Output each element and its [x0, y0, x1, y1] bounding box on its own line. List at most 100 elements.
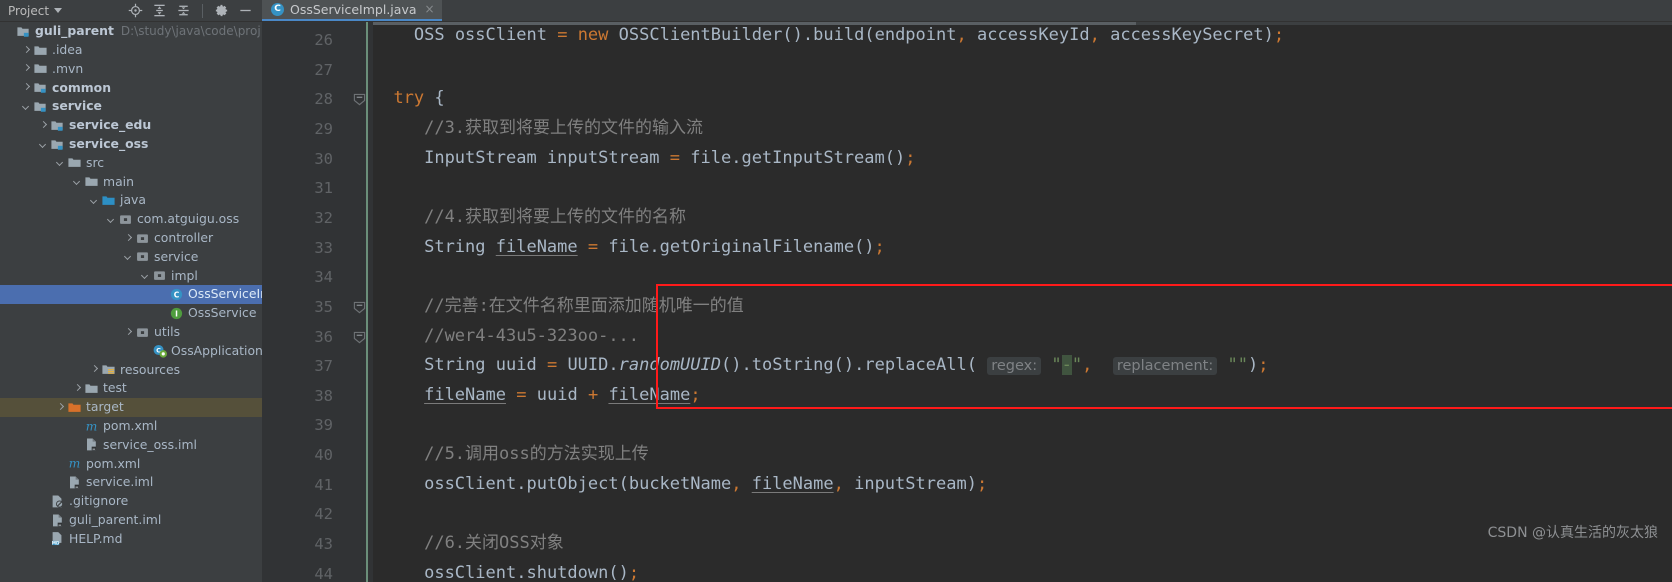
- tree-item-service-edu[interactable]: service_edu: [0, 116, 262, 135]
- tree-item-label: .idea: [52, 41, 83, 57]
- tree-item-main[interactable]: main: [0, 172, 262, 191]
- maven-icon: m: [84, 419, 99, 434]
- tree-item-service[interactable]: service: [0, 248, 262, 267]
- chevron-right-icon[interactable]: [21, 63, 32, 74]
- collapse-all-icon[interactable]: [176, 3, 191, 18]
- chevron-down-icon[interactable]: [38, 139, 49, 150]
- toolwindow-title[interactable]: Project: [8, 4, 49, 18]
- tree-item-target[interactable]: target: [0, 397, 262, 417]
- tree-item-pom-xml[interactable]: m pom.xml: [0, 454, 262, 473]
- line-number: 29: [314, 119, 333, 138]
- project-path-label: D:\study\java\code\project\guli_: [120, 24, 260, 39]
- tree-item-src[interactable]: src: [0, 154, 262, 173]
- tree-item-label: service: [52, 98, 102, 114]
- chevron-down-icon[interactable]: [123, 251, 134, 262]
- tree-item-service-oss[interactable]: service_oss: [0, 135, 262, 154]
- line-35-fold-icon[interactable]: [353, 299, 366, 314]
- tree-item-ossserviceimpl[interactable]: C OssServiceImpl: [0, 285, 262, 304]
- line-number: 32: [314, 208, 333, 227]
- tree-item-label: utils: [154, 323, 181, 339]
- tree-item-label: guli_parent: [35, 23, 114, 39]
- code-line-44: ossClient.shutdown();: [424, 562, 640, 582]
- spring-class-icon: C: [152, 343, 167, 359]
- chevron-right-icon[interactable]: [38, 120, 49, 131]
- line-36-fold-icon[interactable]: [353, 329, 366, 343]
- fold-gutter[interactable]: [347, 22, 373, 582]
- chevron-right-icon[interactable]: [72, 383, 83, 394]
- tree-item-label: com.atguigu.oss: [137, 211, 240, 227]
- close-icon[interactable]: ×: [425, 3, 435, 15]
- tree-item-pom-xml[interactable]: m pom.xml: [0, 417, 262, 436]
- folder-icon: [67, 155, 82, 170]
- tree-item-help-md[interactable]: MD HELP.md: [0, 530, 262, 549]
- chevron-right-icon[interactable]: [123, 327, 134, 338]
- tree-item-service[interactable]: service: [0, 97, 262, 116]
- line-number: 38: [314, 386, 333, 405]
- chevron-right-icon[interactable]: [123, 233, 134, 244]
- module-icon: [33, 80, 48, 95]
- line-28-fold-icon[interactable]: [353, 91, 366, 106]
- tree-item-com-atguigu-oss[interactable]: com.atguigu.oss: [0, 210, 262, 229]
- code-editor[interactable]: 26 27 28 29 30 31 32 33 34 35 36 37 38 39 40 41 42 43 44 O…: [262, 22, 1672, 582]
- tree-item-label: src: [86, 154, 105, 170]
- module-icon: [50, 137, 65, 152]
- chevron-right-icon[interactable]: [55, 402, 66, 413]
- tree-item-ossapplication[interactable]: C OssApplication: [0, 342, 262, 361]
- code-content[interactable]: OSS ossClient = new OSSClientBuilder().b…: [373, 22, 1672, 582]
- code-line-32-comment: //4.获取到将要上传的文件的名称: [424, 206, 687, 227]
- project-tree[interactable]: guli_parent D:\study\java\code\project\gu…: [0, 22, 262, 582]
- code-line-36-comment: //wer4-43u5-323oo-...: [424, 325, 640, 346]
- line-number: 31: [314, 179, 333, 198]
- chevron-down-icon[interactable]: [54, 8, 63, 13]
- chevron-right-icon[interactable]: [21, 82, 32, 93]
- tree-item-service-iml[interactable]: service.iml: [0, 473, 262, 492]
- svg-text:m: m: [86, 419, 98, 433]
- tree-item-label: HELP.md: [69, 530, 123, 546]
- idea-window: Project C OssServiceImpl.java × guli_par…: [0, 0, 1672, 582]
- resources-icon: [101, 362, 116, 377]
- folder-icon: [84, 174, 99, 189]
- tree-item-label: pom.xml: [103, 417, 158, 433]
- tree-item-label: test: [103, 380, 127, 396]
- gitignore-icon: [50, 494, 65, 509]
- tree-item-common[interactable]: common: [0, 78, 262, 97]
- tree-item-gitignore[interactable]: .gitignore: [0, 492, 262, 511]
- module-icon: [33, 99, 48, 114]
- chevron-right-icon[interactable]: [21, 45, 32, 56]
- chevron-down-icon[interactable]: [72, 176, 83, 187]
- tree-item-label: .mvn: [52, 60, 84, 76]
- tree-item-guli-parent[interactable]: guli_parent D:\study\java\code\project\gu…: [0, 22, 262, 41]
- tree-item-resources[interactable]: resources: [0, 360, 262, 379]
- tree-item-ossservice[interactable]: I OssService: [0, 304, 262, 323]
- tree-item-java[interactable]: java: [0, 191, 262, 210]
- tree-item-utils[interactable]: utils: [0, 323, 262, 342]
- chevron-down-icon[interactable]: [106, 214, 117, 225]
- tree-item-guli-parent-iml[interactable]: guli_parent.iml: [0, 511, 262, 530]
- line-number: 28: [314, 90, 333, 109]
- expand-all-icon[interactable]: [152, 3, 167, 18]
- chevron-down-icon[interactable]: [140, 270, 151, 281]
- line-number-gutter: 26 27 28 29 30 31 32 33 34 35 36 37 38 39 40 41 42 43 44: [262, 22, 347, 582]
- tab-oss-service-impl[interactable]: C OssServiceImpl.java ×: [262, 0, 442, 21]
- tree-item-label: main: [103, 173, 134, 189]
- java-class-icon: C: [169, 287, 184, 302]
- tree-item-idea[interactable]: .idea: [0, 41, 262, 60]
- chevron-down-icon[interactable]: [89, 195, 100, 206]
- code-line-33: String fileName = file.getOriginalFilena…: [424, 236, 885, 257]
- chevron-down-icon[interactable]: [55, 157, 66, 168]
- minimize-icon[interactable]: [238, 3, 253, 18]
- tree-item-mvn[interactable]: .mvn: [0, 60, 262, 79]
- locate-icon[interactable]: [128, 3, 143, 18]
- tree-item-service-oss-iml[interactable]: service_oss.iml: [0, 436, 262, 455]
- gear-icon[interactable]: [214, 3, 229, 18]
- tree-item-test[interactable]: test: [0, 379, 262, 398]
- chevron-right-icon[interactable]: [89, 364, 100, 375]
- watermark-text: CSDN @认真生活的灰太狼: [1487, 525, 1658, 541]
- tree-item-impl[interactable]: impl: [0, 266, 262, 285]
- tree-item-controller[interactable]: controller: [0, 229, 262, 248]
- code-line-30: InputStream inputStream = file.getInputS…: [424, 147, 916, 168]
- chevron-down-icon[interactable]: [21, 101, 32, 112]
- code-line-29-comment: //3.获取到将要上传的文件的输入流: [424, 117, 704, 138]
- package-icon: [135, 249, 150, 264]
